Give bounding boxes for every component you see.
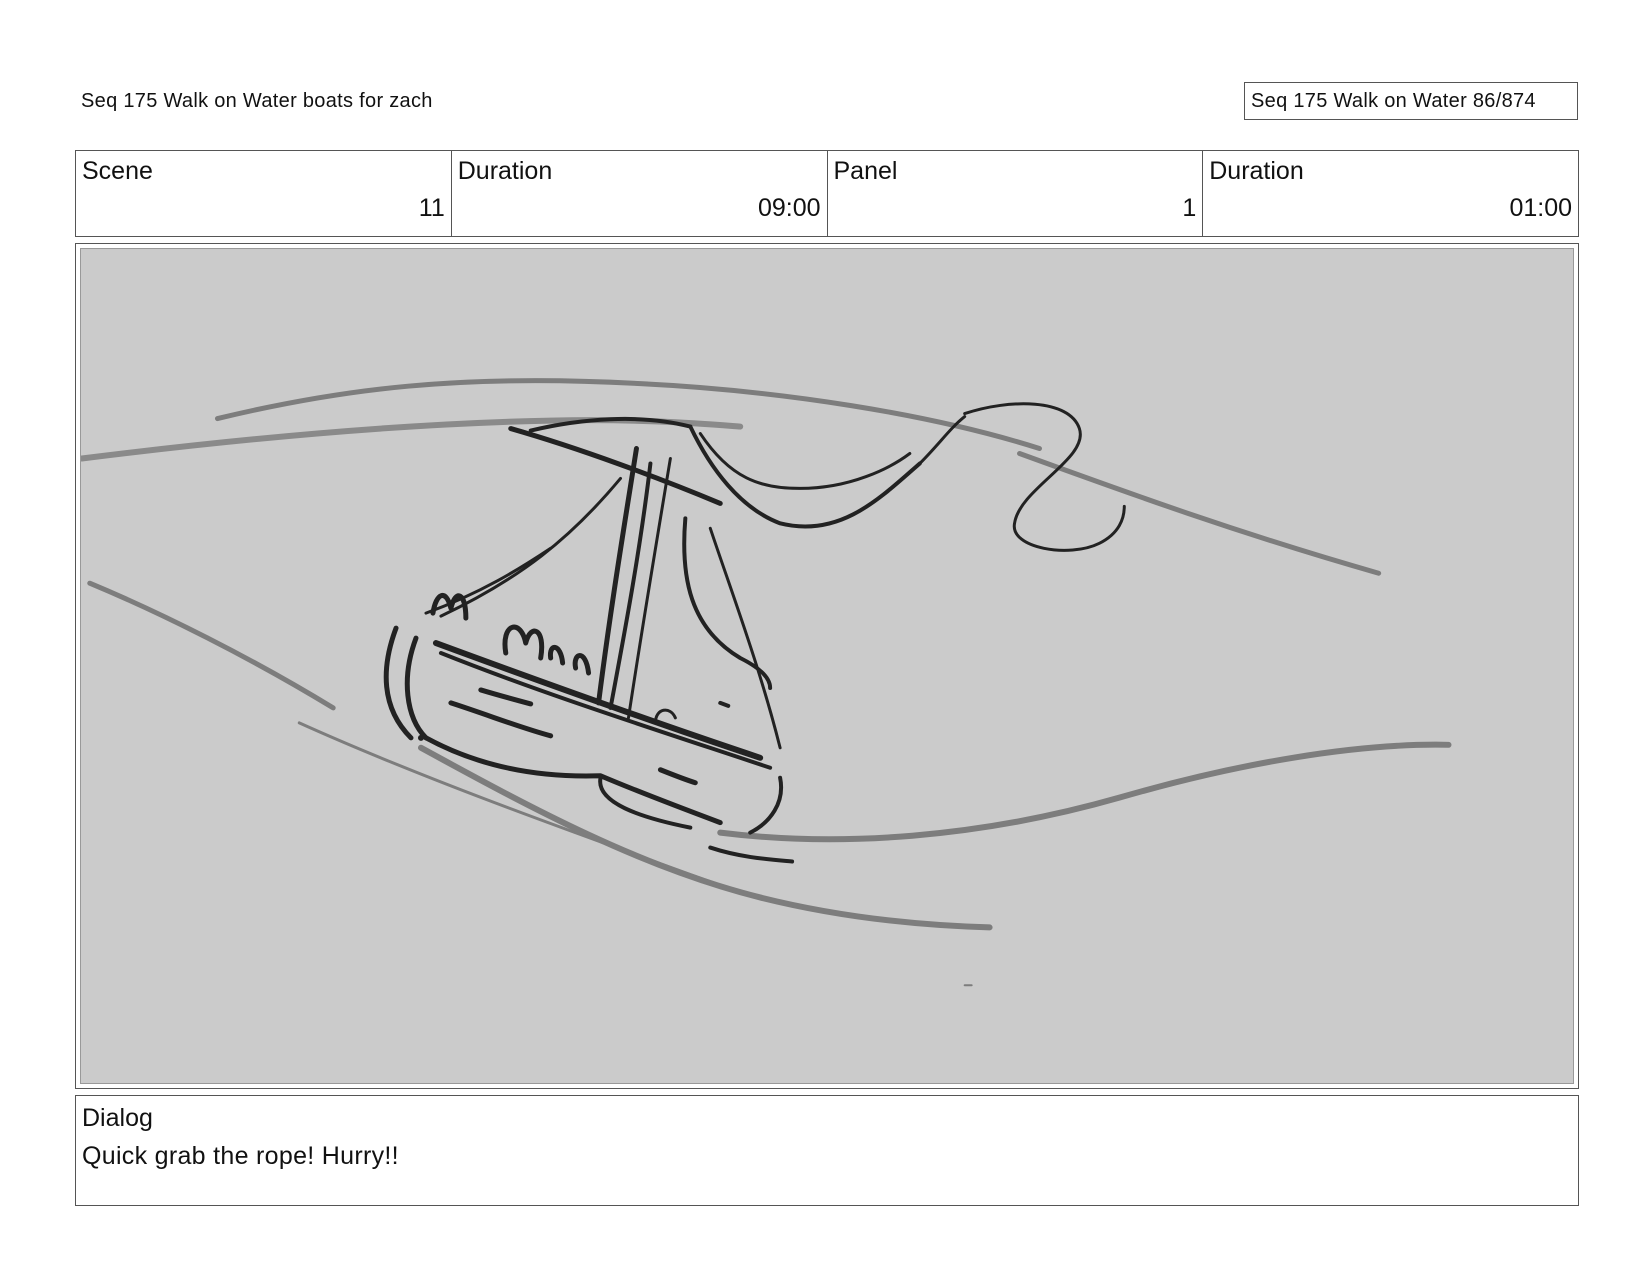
scene-duration-label: Duration [457, 157, 553, 185]
figure-3 [548, 644, 566, 666]
wave-lower-slope [297, 721, 728, 889]
scene-label: Scene [82, 157, 153, 185]
hull-deck [432, 640, 764, 761]
rigging-right [682, 516, 773, 690]
wave-left-slope [87, 580, 336, 711]
panel-cell: Panel 1 [828, 151, 1204, 236]
hull-stroke-b [478, 687, 534, 707]
figure-2 [502, 624, 545, 661]
figure-4 [572, 653, 592, 676]
rope [963, 402, 1126, 552]
wave-top-line [81, 417, 744, 462]
scene-duration-value: 09:00 [757, 194, 821, 222]
dialog-text: Quick grab the rope! Hurry!! [82, 1142, 399, 1170]
info-table: Scene 11 Duration 09:00 Panel 1 Duration… [75, 150, 1579, 237]
panel-duration-cell: Duration 01:00 [1203, 151, 1578, 236]
sequence-page-indicator: Seq 175 Walk on Water 86/874 [1244, 82, 1578, 120]
hull-bottom [423, 735, 723, 826]
hull-bottom-2 [598, 775, 693, 830]
scene-duration-cell: Duration 09:00 [452, 151, 828, 236]
sail-boom [508, 426, 723, 506]
wave-top-left [214, 378, 1042, 452]
panel-value: 1 [1182, 194, 1197, 222]
hull-left-inner [404, 635, 429, 741]
boat-sketch-illustration [81, 378, 1452, 987]
rigging-left-2 [424, 546, 553, 615]
storyboard-panel-frame [75, 243, 1579, 1089]
panel-label: Panel [833, 157, 898, 185]
storyboard-panel-image [80, 248, 1574, 1084]
hull-waterline [708, 845, 795, 864]
sequence-title: Seq 175 Walk on Water boats for zach [81, 90, 433, 112]
panel-duration-label: Duration [1209, 157, 1304, 185]
sail-curve [688, 424, 922, 529]
scene-cell: Scene 11 [76, 151, 452, 236]
dialog-label: Dialog [82, 1104, 153, 1132]
hull-stroke-c [657, 767, 698, 786]
hull-dot [417, 734, 424, 741]
hull-deck-2 [438, 651, 773, 770]
panel-duration-value: 01:00 [1509, 194, 1572, 222]
hull-stroke-a [448, 700, 554, 739]
mast-3 [626, 457, 672, 720]
dialog-box: Dialog Quick grab the rope! Hurry!! [75, 1095, 1579, 1206]
wave-right [1017, 451, 1382, 576]
figure-6 [718, 700, 731, 708]
wave-bottom-right [717, 741, 1452, 843]
scene-value: 11 [418, 194, 445, 222]
rigging-right-2 [708, 526, 782, 750]
sail-curve-2 [698, 432, 912, 490]
hull-stern [748, 775, 784, 835]
